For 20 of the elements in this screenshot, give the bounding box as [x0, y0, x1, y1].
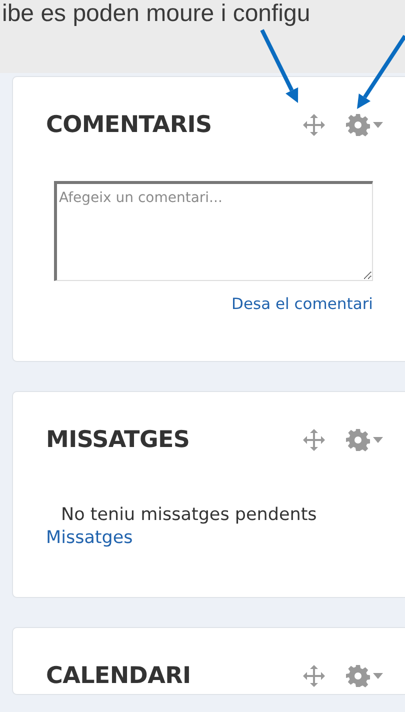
caret-icon [373, 437, 383, 443]
move-icon[interactable] [302, 428, 326, 452]
move-icon[interactable] [302, 113, 326, 137]
move-icon[interactable] [302, 664, 326, 688]
save-comment-link[interactable]: Desa el comentari [232, 293, 373, 315]
settings-button[interactable] [346, 428, 383, 452]
settings-button[interactable] [346, 113, 383, 137]
caption-text: ibe es poden moure i configu [2, 0, 310, 28]
comment-field[interactable]: Afegeix un comentari... [54, 181, 373, 281]
settings-button[interactable] [346, 664, 383, 688]
block-title: MISSATGES [46, 427, 191, 453]
messages-link[interactable]: Missatges [46, 528, 133, 548]
gear-icon [346, 113, 370, 137]
block-title: CALENDARI [46, 663, 192, 689]
no-messages-text: No teniu missatges pendents [61, 504, 318, 527]
caret-icon [373, 673, 383, 679]
block-title: COMENTARIS [46, 112, 213, 138]
gear-icon [346, 428, 370, 452]
caret-icon [373, 122, 383, 128]
gear-icon [346, 664, 370, 688]
